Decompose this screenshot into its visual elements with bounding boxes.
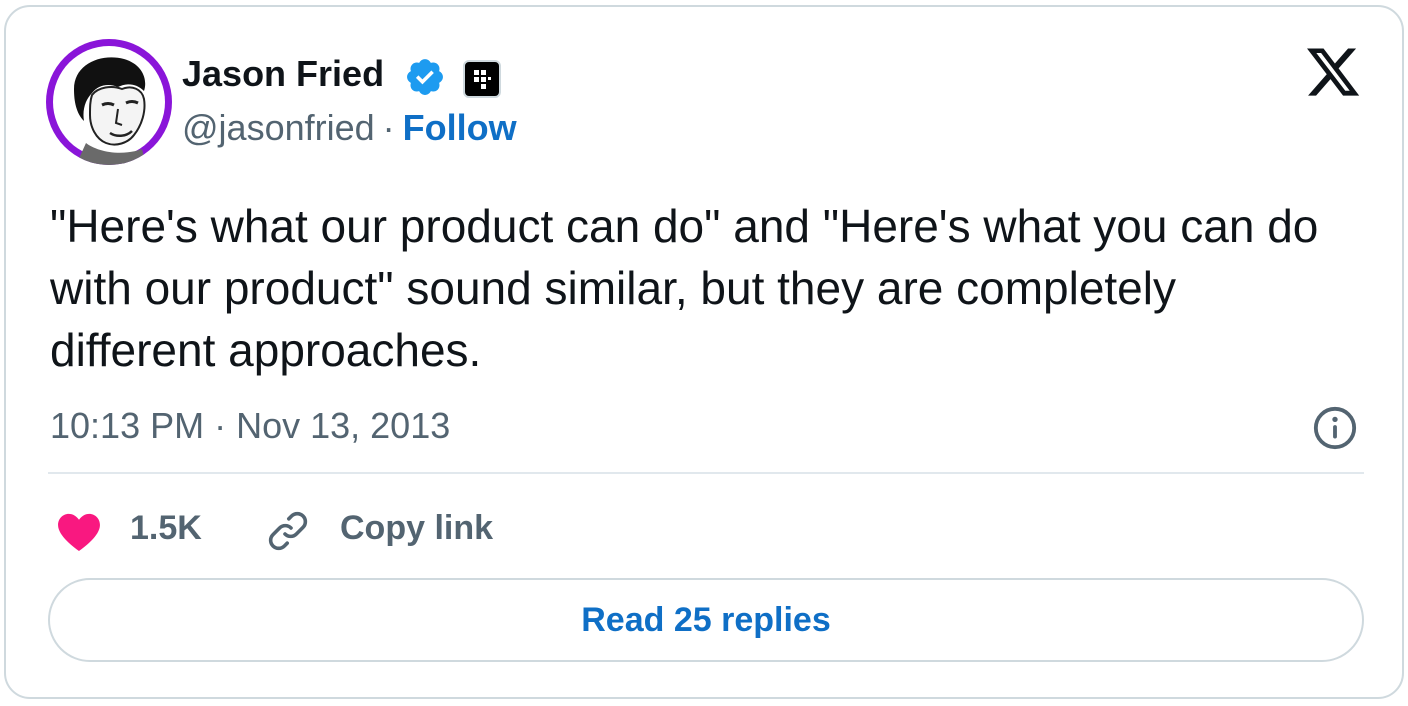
copy-link-button[interactable]: Copy link (340, 509, 493, 548)
follow-button[interactable]: Follow (403, 107, 517, 148)
tweet-text: "Here's what our product can do" and "He… (50, 200, 1319, 376)
info-icon[interactable] (1312, 405, 1358, 451)
x-logo-icon[interactable] (1302, 43, 1364, 101)
handle-row: @jasonfried · Follow (182, 107, 517, 149)
verified-badge-icon (407, 59, 443, 95)
author-name[interactable]: Jason Fried (182, 53, 384, 95)
author-handle[interactable]: @jasonfried (182, 107, 375, 148)
link-icon[interactable] (264, 507, 312, 555)
tweet-timestamp[interactable]: 10:13 PM · Nov 13, 2013 (50, 405, 450, 447)
read-replies-button[interactable]: Read 25 replies (48, 578, 1364, 662)
separator-dot: · (382, 107, 395, 148)
affiliate-badge-icon[interactable] (463, 60, 501, 98)
avatar[interactable] (46, 39, 172, 165)
tweet-card: Jason Fried @jasonfried · Follow "Here's w… (4, 5, 1404, 699)
heart-icon[interactable] (56, 512, 102, 552)
like-count[interactable]: 1.5K (130, 509, 202, 548)
divider (48, 472, 1364, 474)
